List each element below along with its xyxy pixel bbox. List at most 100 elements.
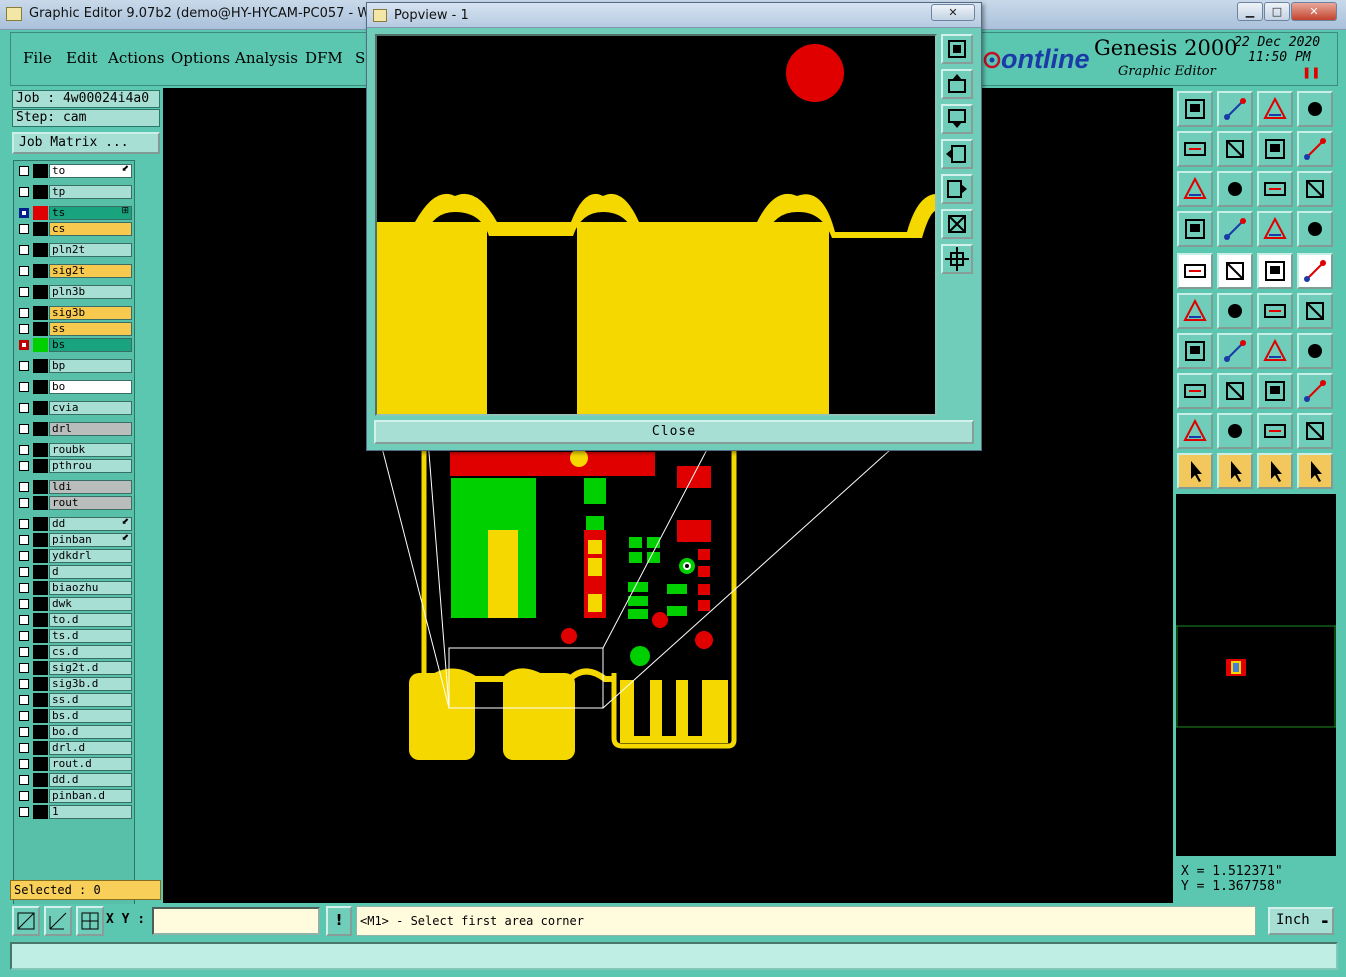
layer-color-swatch[interactable]	[33, 164, 48, 178]
dot-icon[interactable]	[1297, 253, 1333, 289]
center-icon[interactable]	[1217, 171, 1253, 207]
mirror-icon[interactable]	[1297, 333, 1333, 369]
layer-checkbox[interactable]	[19, 340, 29, 350]
pointer4-icon[interactable]	[1297, 453, 1333, 489]
zoom-diagonal-icon[interactable]	[44, 906, 72, 936]
layer-checkbox[interactable]	[19, 599, 29, 609]
layer-color-swatch[interactable]	[33, 206, 48, 220]
layer-row[interactable]: dd ⬋	[16, 517, 132, 531]
layer-color-swatch[interactable]	[33, 480, 48, 494]
layer-color-swatch[interactable]	[33, 645, 48, 659]
layer-color-swatch[interactable]	[33, 322, 48, 336]
layer-row[interactable]: sig3b.d	[16, 677, 132, 691]
zoom-home-icon[interactable]	[1177, 91, 1213, 127]
triangle2-icon[interactable]	[1217, 413, 1253, 449]
layer-name[interactable]: pthrou	[49, 459, 132, 473]
layer-name[interactable]: pinban	[49, 533, 132, 547]
layer-name[interactable]: sig3b	[49, 306, 132, 320]
popview-zoom-in-icon[interactable]	[941, 34, 973, 64]
triangle-icon[interactable]	[1177, 413, 1213, 449]
layer-color-swatch[interactable]	[33, 496, 48, 510]
minimap[interactable]	[1176, 494, 1336, 856]
layer-color-swatch[interactable]	[33, 222, 48, 236]
layer-row[interactable]: drl.d	[16, 741, 132, 755]
layer-color-swatch[interactable]	[33, 725, 48, 739]
popview-pan-right-icon[interactable]	[941, 174, 973, 204]
cross-icon[interactable]	[1217, 293, 1253, 329]
layer-row[interactable]: bo	[16, 380, 132, 394]
popview-fit-icon[interactable]	[941, 244, 973, 274]
layer-row[interactable]: dwk	[16, 597, 132, 611]
layer-name[interactable]: bs	[49, 338, 132, 352]
layer-color-swatch[interactable]	[33, 661, 48, 675]
pointer-icon[interactable]	[1177, 453, 1213, 489]
line-icon[interactable]	[1217, 253, 1253, 289]
zoom-page-icon[interactable]	[1217, 91, 1253, 127]
measure2-icon[interactable]	[1297, 293, 1333, 329]
layer-color-swatch[interactable]	[33, 549, 48, 563]
layer-color-swatch[interactable]	[33, 243, 48, 257]
layer-color-swatch[interactable]	[33, 401, 48, 415]
minimize-button[interactable]: ▁	[1237, 2, 1263, 21]
close-window-button[interactable]: ✕	[1291, 2, 1337, 21]
layer-checkbox[interactable]	[19, 663, 29, 673]
layer-checkbox[interactable]	[19, 791, 29, 801]
layer-row[interactable]: tp	[16, 185, 132, 199]
layer-checkbox[interactable]	[19, 695, 29, 705]
layer-name[interactable]: ydkdrl	[49, 549, 132, 563]
layer-row[interactable]: dd.d	[16, 773, 132, 787]
layer-row[interactable]: pinban ⬋	[16, 533, 132, 547]
triangle4-icon[interactable]	[1297, 413, 1333, 449]
layer-row[interactable]: ydkdrl	[16, 549, 132, 563]
pause-icon[interactable]: ❚❚	[1302, 66, 1320, 79]
layer-checkbox[interactable]	[19, 567, 29, 577]
layer-name[interactable]: pln3b	[49, 285, 132, 299]
layer-name[interactable]: ss.d	[49, 693, 132, 707]
menu-file[interactable]: File	[23, 49, 52, 67]
layer-checkbox[interactable]	[19, 679, 29, 689]
layer-checkbox[interactable]	[19, 266, 29, 276]
layer-checkbox[interactable]	[19, 287, 29, 297]
layer-name[interactable]: ldi	[49, 480, 132, 494]
menu-s[interactable]: S	[355, 49, 365, 67]
layer-row[interactable]: to ⬋	[16, 164, 132, 178]
menu-dfm[interactable]: DFM	[305, 49, 343, 67]
unit-select[interactable]: Inch ▬	[1268, 907, 1334, 935]
xy-input[interactable]	[152, 907, 320, 935]
layer-color-swatch[interactable]	[33, 629, 48, 643]
layer-name[interactable]: sig2t	[49, 264, 132, 278]
pad-icon[interactable]	[1177, 253, 1213, 289]
undo-view-icon[interactable]	[1257, 131, 1293, 167]
layer-color-swatch[interactable]	[33, 693, 48, 707]
pan-right-icon[interactable]	[1217, 131, 1253, 167]
layer-color-swatch[interactable]	[33, 581, 48, 595]
layer-color-swatch[interactable]	[33, 338, 48, 352]
layer-name[interactable]: bo.d	[49, 725, 132, 739]
layer-color-swatch[interactable]	[33, 805, 48, 819]
layer-color-swatch[interactable]	[33, 443, 48, 457]
layer-color-swatch[interactable]	[33, 757, 48, 771]
layer-checkbox[interactable]	[19, 482, 29, 492]
layer-name[interactable]: bs.d	[49, 709, 132, 723]
layer-checkbox[interactable]	[19, 711, 29, 721]
layer-row[interactable]: bp	[16, 359, 132, 373]
settings-icon[interactable]	[1177, 211, 1213, 247]
zoom-area-icon[interactable]	[12, 906, 40, 936]
layer-row[interactable]: to.d	[16, 613, 132, 627]
maximize-button[interactable]: □	[1264, 2, 1290, 21]
arc-icon[interactable]	[1257, 333, 1293, 369]
layer-name[interactable]: rout.d	[49, 757, 132, 771]
layer-row[interactable]: biaozhu	[16, 581, 132, 595]
layer-color-swatch[interactable]	[33, 422, 48, 436]
layer-checkbox[interactable]	[19, 727, 29, 737]
pan-left-icon[interactable]	[1177, 131, 1213, 167]
angle-icon[interactable]	[1177, 333, 1213, 369]
layer-row[interactable]: sig2t.d	[16, 661, 132, 675]
layer-checkbox[interactable]	[19, 583, 29, 593]
pointer2-icon[interactable]	[1217, 453, 1253, 489]
layer-name[interactable]: bp	[49, 359, 132, 373]
layer-color-swatch[interactable]	[33, 741, 48, 755]
layer-name[interactable]: rout	[49, 496, 132, 510]
layer-row[interactable]: ss	[16, 322, 132, 336]
layer-color-swatch[interactable]	[33, 613, 48, 627]
